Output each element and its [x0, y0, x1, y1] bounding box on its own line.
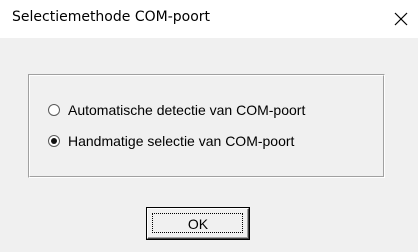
ok-button-label: OK	[187, 215, 209, 232]
selection-method-group: Automatische detectie van COM-poort Hand…	[28, 74, 385, 178]
dialog-body: Automatische detectie van COM-poort Hand…	[0, 38, 418, 252]
ok-button[interactable]: OK	[147, 208, 249, 239]
close-icon	[394, 12, 408, 26]
window-title: Selectiemethode COM-poort	[12, 9, 211, 25]
close-button[interactable]	[384, 0, 418, 38]
radio-button-automatic[interactable]	[48, 104, 60, 116]
radio-option-manual[interactable]: Handmatige selectie van COM-poort	[48, 132, 294, 150]
group-frame	[29, 75, 384, 177]
radio-option-automatic[interactable]: Automatische detectie van COM-poort	[48, 101, 305, 119]
radio-dot-icon	[51, 138, 57, 144]
radio-label-manual: Handmatige selectie van COM-poort	[68, 133, 295, 149]
radio-label-automatic: Automatische detectie van COM-poort	[68, 102, 306, 118]
title-bar: Selectiemethode COM-poort	[0, 0, 418, 38]
radio-button-manual[interactable]	[48, 135, 60, 147]
